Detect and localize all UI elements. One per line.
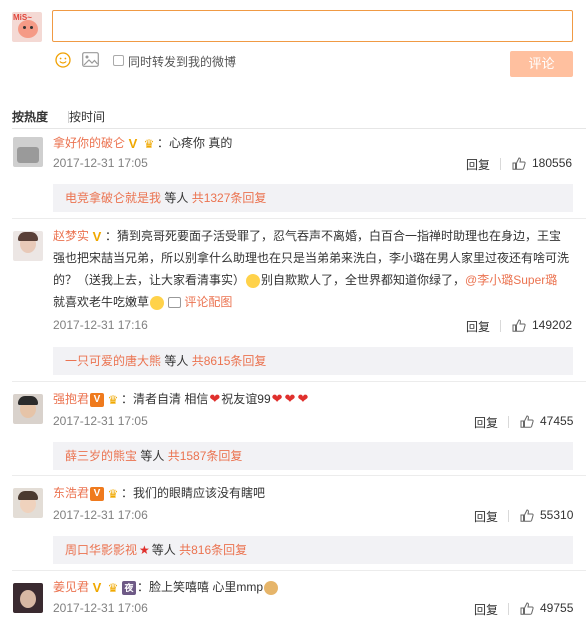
tab-sort-hot[interactable]: 按热度 xyxy=(12,108,48,125)
picture-icon xyxy=(168,297,182,309)
username-link[interactable]: 赵梦实 xyxy=(53,229,89,243)
like-count: 55310 xyxy=(540,508,574,522)
thread-count-link[interactable]: 共8615条回复 xyxy=(192,354,267,368)
comment-text: 东浩君 V ♛ ：我们的眼睛应该没有瞎吧 xyxy=(53,482,573,504)
reply-thread-summary[interactable]: 周口华影影视 ★ 等人 共816条回复 xyxy=(53,536,573,564)
comment-input[interactable] xyxy=(52,10,573,42)
reply-button[interactable]: 回复 xyxy=(474,508,498,525)
comment-content: ：我们的眼睛应该没有瞎吧 xyxy=(121,486,266,500)
comment-item: 姜见君 V ♛ 夜：脸上笑嘻嘻 心里mmp 2017-12-31 17:06 回复 4… xyxy=(0,571,586,626)
comment-text: 姜见君 V ♛ 夜：脸上笑嘻嘻 心里mmp xyxy=(53,576,573,598)
heart-icon: ❤ xyxy=(284,391,296,406)
avatar[interactable] xyxy=(13,137,43,167)
comment-item: 东浩君 V ♛ ：我们的眼睛应该没有瞎吧 2017-12-31 17:06 回复 55… xyxy=(0,476,586,571)
like-button[interactable]: 55310 xyxy=(520,508,574,523)
thread-count-link[interactable]: 共1587条回复 xyxy=(168,449,243,463)
comment-time: 2017-12-31 17:16 xyxy=(53,318,148,332)
comment-text: 强抱君 V ♛ ：清者自清 相信❤祝友谊99❤ ❤ ❤ xyxy=(53,388,573,410)
image-upload-icon[interactable] xyxy=(82,52,99,67)
vip-crown-icon: ♛ xyxy=(107,486,119,501)
repost-label: 同时转发到我的微博 xyxy=(128,55,237,69)
like-button[interactable]: 49755 xyxy=(520,601,574,616)
vip-crown-icon: ♛ xyxy=(107,392,119,407)
reply-button[interactable]: 回复 xyxy=(466,156,490,173)
like-button[interactable]: 149202 xyxy=(512,318,573,333)
heart-icon: ❤ xyxy=(271,391,283,406)
comment-content: ：清者自清 相信 xyxy=(121,392,209,406)
heart-icon: ❤ xyxy=(297,391,309,406)
emoji-icon xyxy=(246,273,261,288)
vip-crown-icon: ♛ xyxy=(107,580,119,595)
current-user-avatar[interactable]: MiS~ xyxy=(12,12,42,42)
verified-icon: V xyxy=(92,579,102,595)
mention-link[interactable]: @李小璐Super璐 xyxy=(465,273,557,287)
reply-button[interactable]: 回复 xyxy=(466,318,490,335)
vip-crown-icon: ♛ xyxy=(143,136,155,151)
repost-checkbox[interactable] xyxy=(113,55,124,66)
comment-item: 强抱君 V ♛ ：清者自清 相信❤祝友谊99❤ ❤ ❤ 2017-12-31 17:05 … xyxy=(0,382,586,475)
username-link[interactable]: 拿好你的破仑 xyxy=(53,136,125,150)
comment-text: 拿好你的破仑 V ♛ ：心疼你 真的 xyxy=(53,132,573,154)
like-button[interactable]: 180556 xyxy=(512,156,573,171)
reply-thread-summary[interactable]: 电竞拿破仑就是我 等人 共1327条回复 xyxy=(53,184,573,212)
comment-item: 赵梦实 V ：猜到亮哥死要面子活受罪了，忍气吞声不离婚，白百合一指禅时助理也在身边，… xyxy=(0,219,586,377)
thumbs-up-icon xyxy=(520,509,534,523)
thumbs-up-icon xyxy=(512,157,526,171)
verified-icon: V xyxy=(92,228,102,244)
username-link[interactable]: 东浩君 xyxy=(53,486,89,500)
thread-user-link[interactable]: 薛三岁的熊宝 xyxy=(65,449,137,463)
thread-user-link[interactable]: 电竞拿破仑就是我 xyxy=(65,191,161,205)
avatar[interactable] xyxy=(13,488,43,518)
avatar[interactable] xyxy=(13,394,43,424)
avatar[interactable] xyxy=(13,231,43,261)
heart-icon: ❤ xyxy=(209,391,221,406)
verified-icon: V xyxy=(90,392,105,407)
comment-time: 2017-12-31 17:06 xyxy=(53,601,148,615)
thread-user-link[interactable]: 周口华影影视 xyxy=(65,543,137,557)
like-count: 49755 xyxy=(540,601,574,615)
reply-button[interactable]: 回复 xyxy=(474,601,498,618)
username-link[interactable]: 姜见君 xyxy=(53,580,89,594)
comment-time: 2017-12-31 17:05 xyxy=(53,156,148,170)
username-link[interactable]: 强抱君 xyxy=(53,392,89,406)
comment-composer: MiS~ 同时转发到我的微博 评论 xyxy=(0,0,586,92)
comment-item: 拿好你的破仑 V ♛ ：心疼你 真的 2017-12-31 17:05 回复 1805… xyxy=(0,129,586,214)
comment-content: ：脸上笑嘻嘻 心里mmp xyxy=(137,580,264,594)
emoji-icon xyxy=(150,295,165,310)
flag-icon: ★ xyxy=(139,543,150,557)
emoji-icon[interactable] xyxy=(55,52,71,68)
dog-emoji-icon xyxy=(264,580,279,595)
thread-count-link[interactable]: 共816条回复 xyxy=(179,543,247,557)
thread-user-link[interactable]: 一只可爱的唐大熊 xyxy=(65,354,161,368)
submit-comment-button[interactable]: 评论 xyxy=(510,51,573,77)
reply-thread-summary[interactable]: 薛三岁的熊宝 等人 共1587条回复 xyxy=(53,442,573,470)
like-button[interactable]: 47455 xyxy=(520,414,574,429)
night-badge-icon: 夜 xyxy=(122,580,137,595)
avatar[interactable] xyxy=(13,583,43,613)
comment-time: 2017-12-31 17:06 xyxy=(53,508,148,522)
verified-icon: V xyxy=(128,135,138,151)
thumbs-up-icon xyxy=(520,415,534,429)
reply-thread-summary[interactable]: 一只可爱的唐大熊 等人 共8615条回复 xyxy=(53,347,573,375)
comment-content: ：心疼你 真的 xyxy=(157,136,233,150)
comment-text: 赵梦实 V ：猜到亮哥死要面子活受罪了，忍气吞声不离婚，白百合一指禅时助理也在身边，… xyxy=(53,228,570,310)
tab-sort-time[interactable]: 按时间 xyxy=(69,108,105,125)
like-count: 180556 xyxy=(532,156,573,170)
like-count: 47455 xyxy=(540,414,574,428)
reply-button[interactable]: 回复 xyxy=(474,414,498,431)
comment-picture-link[interactable]: 评论配图 xyxy=(184,295,232,309)
comment-time: 2017-12-31 17:05 xyxy=(53,414,148,428)
verified-icon: V xyxy=(90,486,105,501)
thumbs-up-icon xyxy=(520,602,534,616)
like-count: 149202 xyxy=(532,318,573,332)
thumbs-up-icon xyxy=(512,319,526,333)
thread-count-link[interactable]: 共1327条回复 xyxy=(192,191,267,205)
